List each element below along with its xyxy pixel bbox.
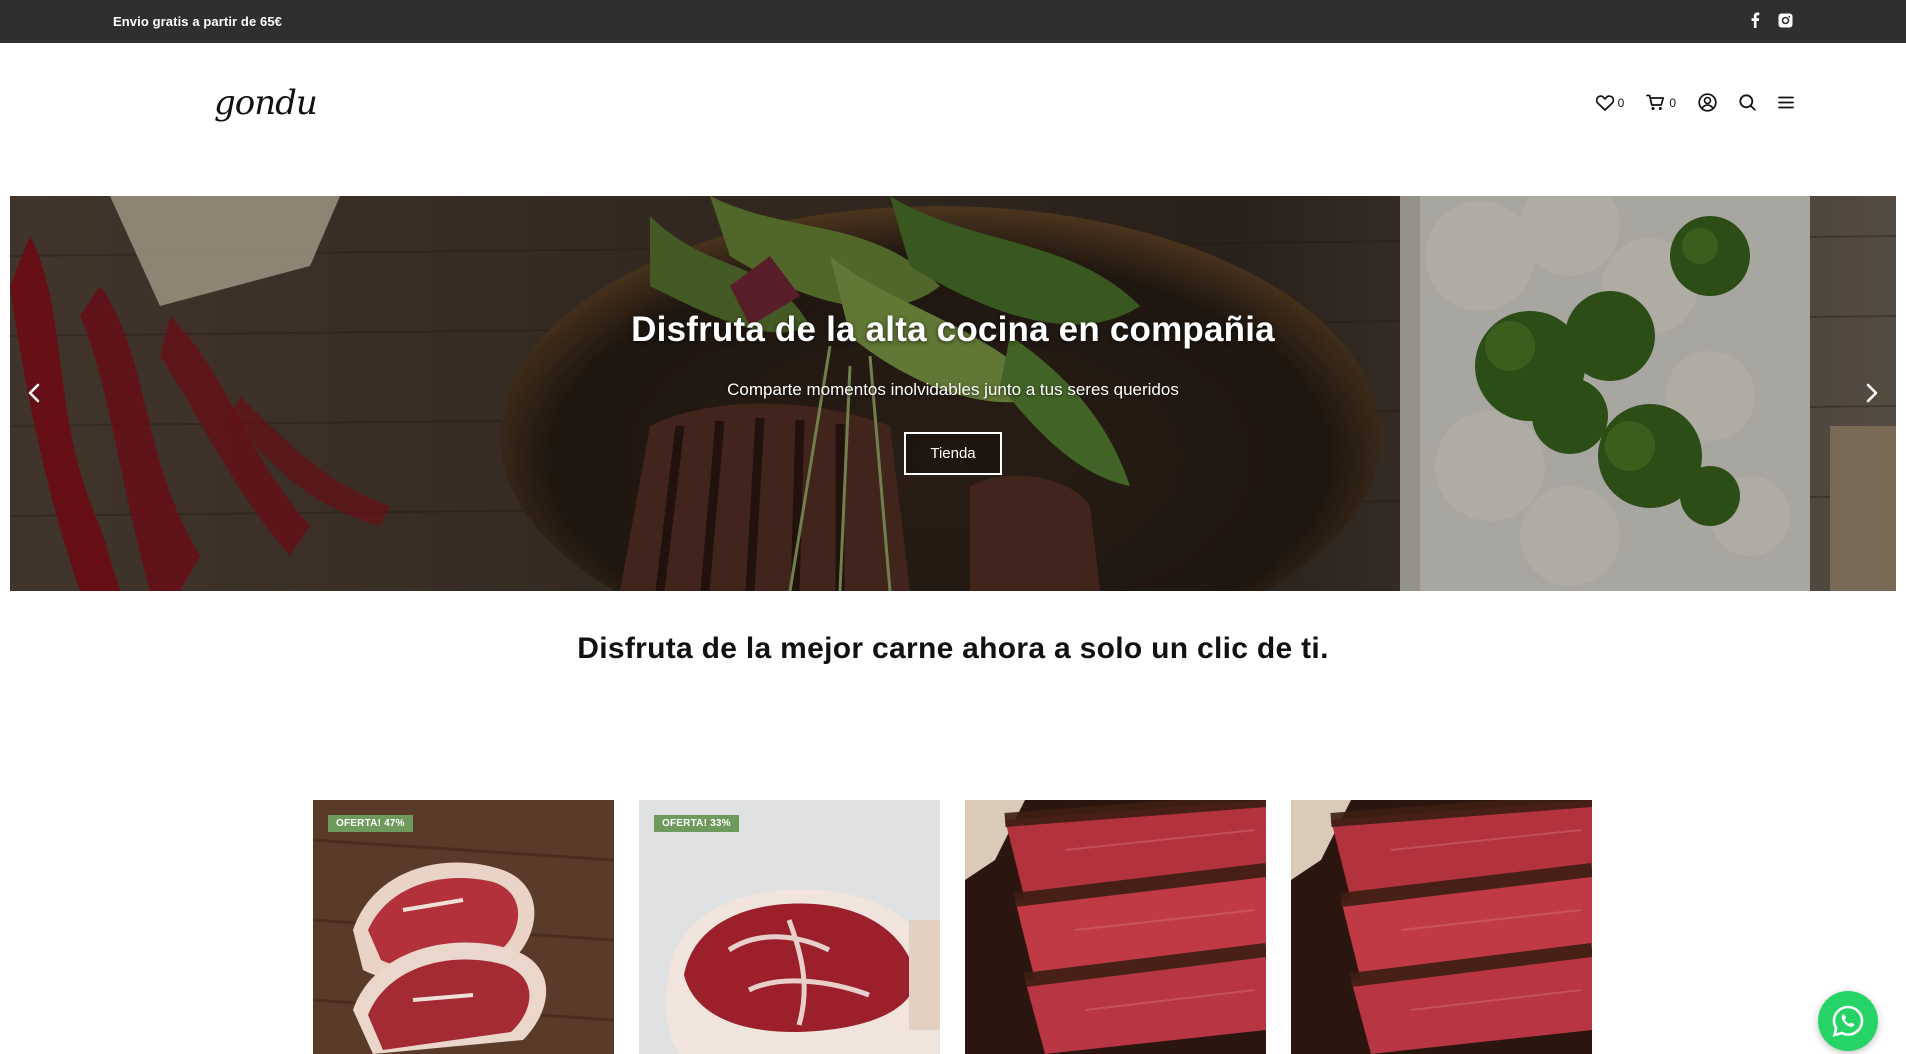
chevron-left-icon <box>28 383 40 403</box>
whatsapp-chat-button[interactable] <box>1818 991 1878 1051</box>
menu-button[interactable] <box>1778 96 1794 109</box>
wishlist-button[interactable]: 0 <box>1595 94 1625 111</box>
cart-button[interactable]: 0 <box>1646 94 1676 111</box>
menu-icon <box>1778 96 1794 109</box>
cart-icon <box>1646 94 1665 110</box>
product-card[interactable]: OFERTA! 33% <box>639 800 940 1054</box>
account-button[interactable] <box>1698 93 1717 112</box>
whatsapp-icon <box>1832 1005 1864 1037</box>
product-image <box>639 800 940 1054</box>
hero-slider: Disfruta de la alta cocina en compañia C… <box>10 196 1896 591</box>
site-logo[interactable]: gondu <box>214 83 318 131</box>
search-button[interactable] <box>1739 94 1756 111</box>
discount-badge: OFERTA! 33% <box>654 815 739 832</box>
facebook-icon[interactable] <box>1747 12 1763 28</box>
search-icon <box>1739 94 1756 111</box>
product-grid: OFERTA! 47% OFERTA! 33% <box>313 800 1593 1054</box>
top-bar: Envio gratis a partir de 65€ <box>0 0 1906 43</box>
product-image <box>965 800 1266 1054</box>
hero-subtitle: Comparte momentos inolvidables junto a t… <box>727 380 1179 399</box>
user-icon <box>1698 93 1717 112</box>
free-shipping-promo: Envio gratis a partir de 65€ <box>113 14 282 29</box>
discount-badge: OFERTA! 47% <box>328 815 413 832</box>
product-image <box>1291 800 1592 1054</box>
wishlist-count: 0 <box>1617 95 1625 110</box>
instagram-icon[interactable] <box>1777 12 1793 28</box>
chevron-right-icon <box>1866 383 1878 403</box>
logo-text: gondu <box>214 83 318 123</box>
product-card[interactable] <box>965 800 1266 1054</box>
section-tagline: Disfruta de la mejor carne ahora a solo … <box>577 632 1329 665</box>
hero-title: Disfruta de la alta cocina en compañia <box>631 310 1275 349</box>
social-links <box>1747 12 1793 28</box>
header-actions: 0 0 <box>1595 93 1794 112</box>
shop-button[interactable]: Tienda <box>904 432 1002 475</box>
heart-icon <box>1595 94 1614 111</box>
product-card[interactable]: OFERTA! 47% <box>313 800 614 1054</box>
cart-count: 0 <box>1669 95 1676 110</box>
product-image <box>313 800 614 1054</box>
site-header: gondu 0 0 <box>0 43 1906 196</box>
slider-next-button[interactable] <box>1862 380 1882 406</box>
product-card[interactable] <box>1291 800 1592 1054</box>
slider-prev-button[interactable] <box>24 380 44 406</box>
